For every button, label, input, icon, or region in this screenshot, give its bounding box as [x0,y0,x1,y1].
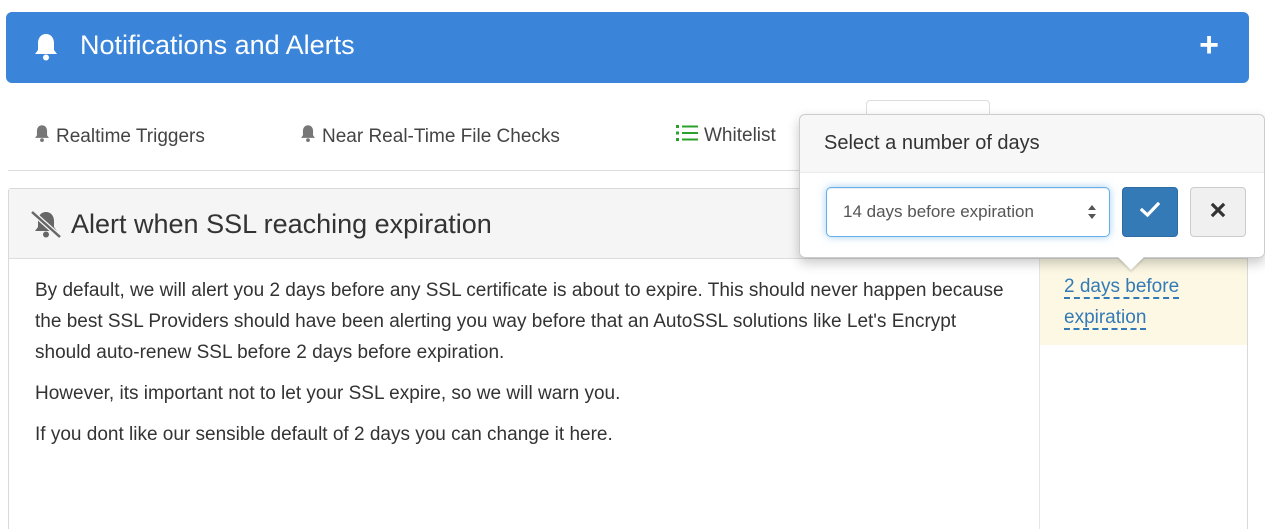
bell-icon [300,124,316,149]
tab-near-real-time-file-checks[interactable]: Near Real-Time File Checks [300,124,560,149]
notifications-header: Notifications and Alerts + [6,12,1249,83]
confirm-button[interactable] [1122,187,1178,237]
panel-title: Alert when SSL reaching expiration [71,209,492,239]
tab-label: Whitelist [704,125,776,146]
description-paragraph: If you dont like our sensible default of… [35,424,613,445]
days-select-value: 14 days before expiration [843,202,1034,221]
panel-description: By default, we will alert you 2 days bef… [9,259,1039,529]
setting-cell: 2 days before expiration [1040,259,1247,345]
bell-icon [34,32,58,67]
tab-label: Near Real-Time File Checks [322,125,560,147]
tab-label: Realtime Triggers [56,125,205,147]
cancel-button[interactable] [1190,187,1246,237]
expiration-days-editable[interactable]: 2 days before expiration [1064,276,1180,330]
add-alert-button[interactable]: + [1199,26,1219,65]
list-icon [676,124,698,148]
days-popover: Select a number of days 14 days before e… [799,114,1265,258]
days-select[interactable]: 14 days before expiration [826,187,1110,237]
tab-realtime-triggers[interactable]: Realtime Triggers [34,124,205,149]
tab-whitelist[interactable]: Whitelist [676,124,776,148]
close-icon [1210,202,1226,223]
select-arrows-icon [1087,203,1097,226]
popover-arrow [1118,257,1144,270]
check-icon [1139,201,1161,223]
header-title: Notifications and Alerts [80,30,355,60]
setting-column: 2 days before expiration [1039,259,1247,529]
bell-icon [34,124,50,149]
bell-slash-icon [29,209,63,244]
popover-title: Select a number of days [800,115,1264,173]
description-paragraph: By default, we will alert you 2 days bef… [35,280,1004,363]
notifications-page: Notifications and Alerts + Realtime Trig… [0,0,1265,529]
description-paragraph: However, its important not to let your S… [35,383,621,404]
